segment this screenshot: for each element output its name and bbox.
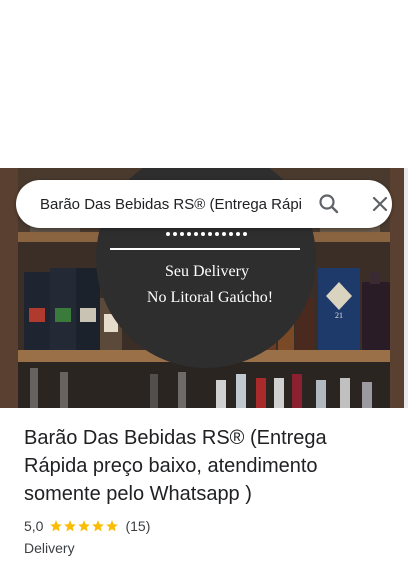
close-icon [372,196,388,212]
star-rating [49,519,119,533]
star-icon [50,520,63,532]
rating-value: 5,0 [24,518,44,534]
place-category: Delivery [24,540,75,556]
rating-row[interactable]: 5,0 (15) [24,516,384,536]
clear-search-button[interactable] [364,190,394,218]
search-bar[interactable] [16,180,392,228]
star-icon [92,520,105,532]
search-button[interactable] [314,190,344,218]
search-input[interactable] [40,192,302,216]
place-title: Barão Das Bebidas RS® (Entrega Rápida pr… [24,427,327,505]
sign-line-1: Seu Delivery [165,263,249,280]
bottle-label: 21 [335,311,343,320]
review-count[interactable]: (15) [125,516,150,536]
scroll-edge [404,168,408,408]
sign-line-2: No Litoral Gaúcho! [147,289,273,306]
star-icon [106,520,119,532]
place-info: Barão Das Bebidas RS® (Entrega Rápida pr… [24,424,384,558]
star-icon [78,520,91,532]
map-blank-area [0,0,408,168]
star-icon [64,520,77,532]
search-icon [319,194,339,214]
